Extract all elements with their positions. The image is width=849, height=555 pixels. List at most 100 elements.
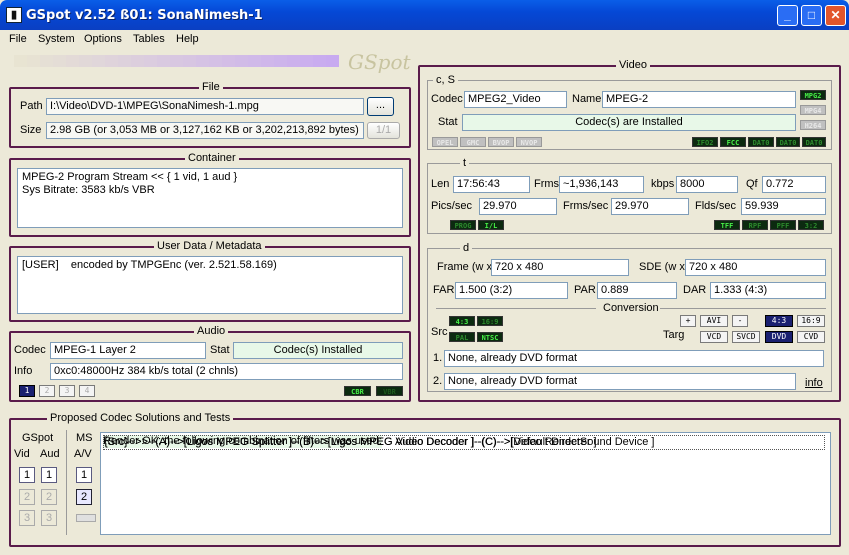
audio-stream-1[interactable]: 1	[19, 385, 35, 397]
ms-av-1-button[interactable]: 1	[76, 467, 92, 483]
progress-strip-cell	[183, 55, 196, 67]
progress-strip-cell	[209, 55, 222, 67]
maximize-button[interactable]: □	[801, 5, 822, 26]
audio-codec-label: Codec	[14, 344, 46, 356]
led-il: I/L	[478, 220, 504, 230]
ms-av-2-button[interactable]: 2	[76, 489, 92, 505]
file-group-label: File	[199, 81, 223, 94]
far-field: 1.500 (3:2)	[455, 282, 568, 299]
container-stream-line: MPEG-2 Program Stream << { 1 vid, 1 aud …	[22, 171, 238, 183]
gspot-logo: GSpot	[348, 50, 411, 74]
gspot-vid-3-button[interactable]: 3	[19, 510, 35, 526]
progress-strip-cell	[261, 55, 274, 67]
progress-strip-cell	[196, 55, 209, 67]
gspot-aud-1-button[interactable]: 1	[41, 467, 57, 483]
targ-16-9-button[interactable]: 16:9	[797, 315, 825, 327]
gspot-aud-3-button[interactable]: 3	[41, 510, 57, 526]
size-field: 2.98 GB (or 3,053 MB or 3,127,162 KB or …	[46, 122, 364, 139]
proposed-group: Proposed Codec Solutions and Tests GSpot…	[9, 412, 841, 547]
targ-cvd-button[interactable]: CVD	[797, 331, 825, 343]
progress-strip-cell	[53, 55, 66, 67]
menu-options[interactable]: Options	[84, 33, 122, 45]
pics-label: Pics/sec	[431, 200, 472, 212]
targ-label: Targ	[663, 329, 685, 341]
len-label: Len	[431, 178, 450, 190]
menu-file[interactable]: File	[9, 33, 27, 45]
menu-system[interactable]: System	[38, 33, 75, 45]
gspot-vid-1-button[interactable]: 1	[19, 467, 35, 483]
targ-plus-button[interactable]: +	[680, 315, 696, 327]
title-bar[interactable]: ▮ GSpot v2.52 ß01: SonaNimesh-1 _ □ ✕	[0, 0, 849, 30]
audio-stream-4[interactable]: 4	[79, 385, 95, 397]
targ-svcd-button[interactable]: SVCD	[732, 331, 760, 343]
led-mpg4: MPG4	[800, 105, 826, 115]
led-fcc: FCC	[720, 137, 746, 147]
audio-info-field: 0xc0:48000Hz 384 kb/s total (2 chnls)	[50, 363, 403, 380]
targ-minus-button[interactable]: -	[732, 315, 748, 327]
led-mpg2: MPG2	[800, 90, 826, 100]
info-link[interactable]: info	[805, 377, 823, 389]
targ-dvd-button[interactable]: DVD	[765, 331, 793, 343]
far-label: FAR	[433, 284, 455, 296]
targ-vcd-button[interactable]: VCD	[700, 331, 728, 343]
gspot-aud-2-button[interactable]: 2	[41, 489, 57, 505]
menu-help[interactable]: Help	[176, 33, 199, 45]
src-label: Src	[431, 326, 448, 338]
container-group: Container MPEG-2 Program Stream << { 1 v…	[9, 152, 411, 237]
targ-avi-button[interactable]: AVI	[700, 315, 728, 327]
conversion-separator-left	[436, 308, 596, 309]
kbps-label: kbps	[651, 178, 675, 190]
progress-strip-cell	[14, 55, 27, 67]
pics-field: 29.970	[479, 198, 557, 215]
audio-stream-3[interactable]: 3	[59, 385, 75, 397]
userdata-text: [USER] encoded by TMPGEnc (ver. 2.521.58…	[17, 256, 403, 314]
progress-strip-cell	[287, 55, 300, 67]
progress-strip-cell	[313, 55, 326, 67]
led-src-4-3: 4:3	[449, 316, 475, 326]
audio-group-label: Audio	[194, 325, 229, 338]
path-field[interactable]: I:\Video\DVD-1\MPEG\SonaNimesh-1.mpg	[46, 98, 364, 115]
page-indicator[interactable]: 1/1	[367, 122, 400, 139]
video-d-section: d Frame (w x 720 x 480 SDE (w x 720 x 48…	[427, 242, 832, 392]
video-codec-field: MPEG2_Video	[464, 91, 567, 108]
progress-strip-cell	[144, 55, 157, 67]
kbps-field: 8000	[676, 176, 738, 193]
video-group-label: Video	[616, 59, 650, 72]
dar-field: 1.333 (4:3)	[710, 282, 826, 299]
gspot-column-label: GSpot	[22, 432, 54, 444]
app-icon[interactable]: ▮	[6, 7, 22, 23]
column-divider	[66, 430, 67, 535]
progress-strip-cell	[118, 55, 131, 67]
ms-column-label: MS	[76, 432, 93, 444]
size-label: Size	[20, 124, 42, 136]
progress-strip-cell	[27, 55, 40, 67]
par-field: 0.889	[597, 282, 677, 299]
par-label: PAR	[574, 284, 596, 296]
path-label: Path	[20, 100, 43, 112]
conversion-separator-right	[660, 308, 826, 309]
video-cs-section: c, S Codec MPEG2_Video Name MPEG-2 MPG2 …	[427, 74, 832, 150]
video-stat-field: Codec(s) are Installed	[462, 114, 796, 131]
menu-tables[interactable]: Tables	[133, 33, 165, 45]
led-pff: PFF	[770, 220, 796, 230]
container-info: MPEG-2 Program Stream << { 1 vid, 1 aud …	[17, 168, 403, 228]
conv1-number: 1.	[433, 352, 443, 364]
close-button[interactable]: ✕	[825, 5, 846, 26]
dar-label: DAR	[683, 284, 707, 296]
led-opel: OPEL	[432, 137, 458, 147]
audio-stream-2[interactable]: 2	[39, 385, 55, 397]
userdata-group: User Data / Metadata [USER] encoded by T…	[9, 240, 411, 322]
gspot-vid-2-button[interactable]: 2	[19, 489, 35, 505]
qf-field: 0.772	[762, 176, 826, 193]
browse-button[interactable]: ...	[367, 97, 394, 116]
led-src-ntsc: NTSC	[477, 332, 503, 342]
filter-graph-output: Render OK; the following combination of …	[100, 432, 831, 535]
vid-column-label: Vid	[14, 448, 30, 460]
targ-4-3-button[interactable]: 4:3	[765, 315, 793, 327]
minimize-button[interactable]: _	[777, 5, 798, 26]
qf-label: Qf	[746, 178, 758, 190]
led-gmc: GMC	[460, 137, 486, 147]
video-t-section: t Len 17:56:43 Frms ~1,936,143 kbps 8000…	[427, 157, 832, 234]
progress-strip-cell	[170, 55, 183, 67]
led-src-pal: PAL	[449, 332, 475, 342]
